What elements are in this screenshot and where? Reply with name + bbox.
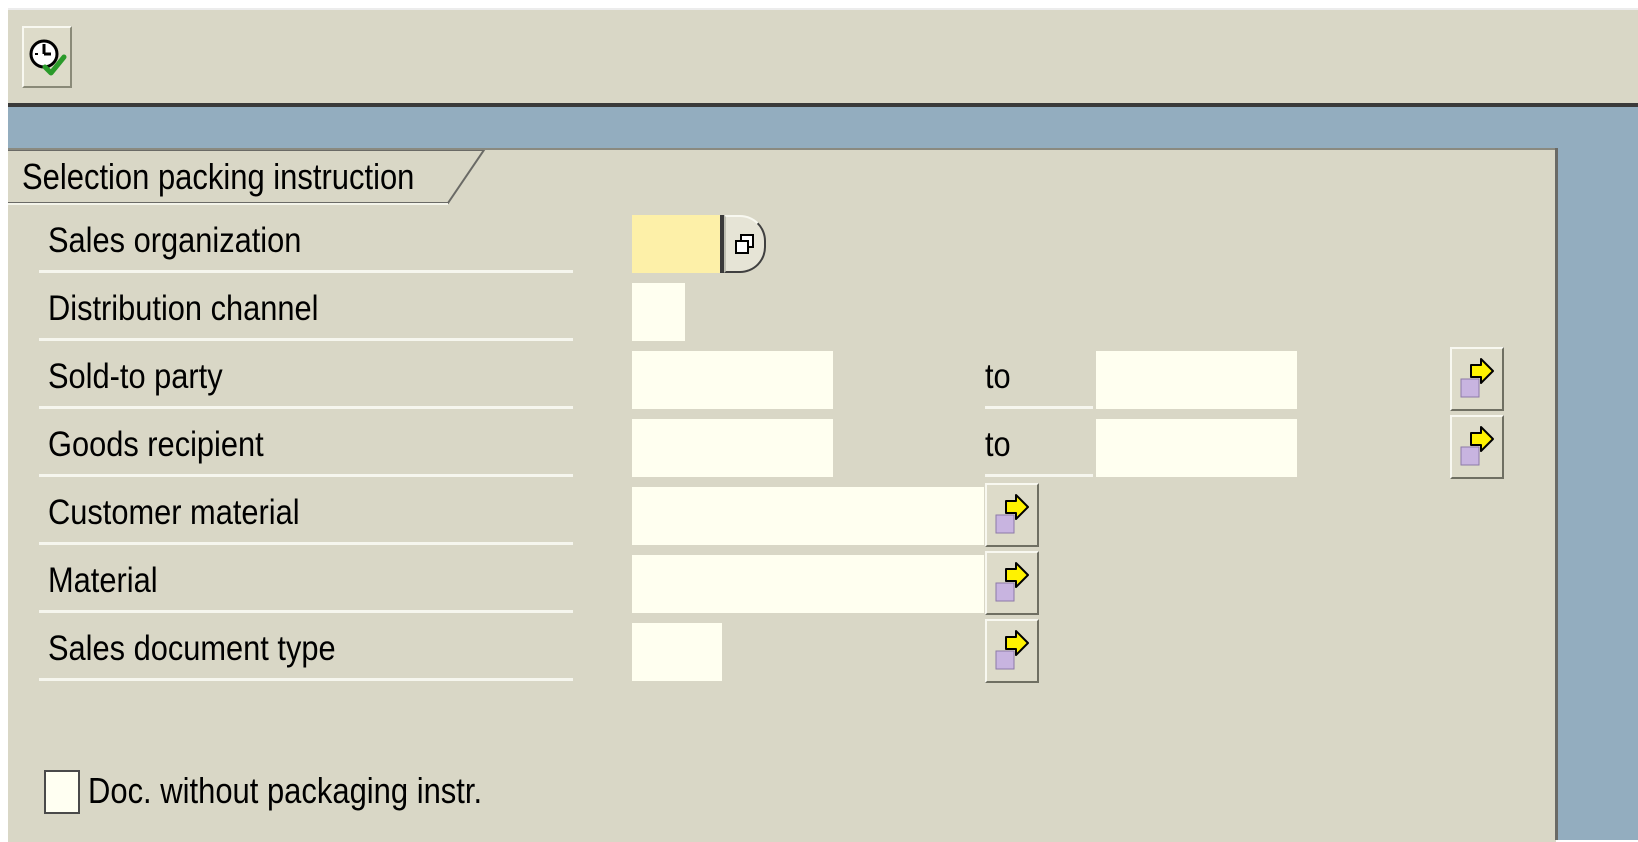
group-box-tab: Selection packing instruction (8, 150, 486, 206)
sold-to-party-label: Sold-to party (39, 349, 573, 409)
customer-material-input[interactable] (632, 487, 984, 545)
goods-recipient-from-input[interactable] (632, 419, 833, 477)
group-box-title: Selection packing instruction (22, 156, 415, 197)
goods-recipient-to-input[interactable] (1096, 419, 1297, 477)
sales-document-type-multiple-selection-button[interactable] (985, 619, 1039, 683)
customer-material-multiple-selection-button[interactable] (985, 483, 1039, 547)
panel-border (1555, 148, 1558, 840)
sold-to-party-to-input[interactable] (1096, 351, 1297, 409)
multiple-selection-arrow-icon (995, 630, 1029, 670)
multiple-selection-arrow-icon (995, 562, 1029, 602)
doc-without-packaging-label: Doc. without packaging instr. (88, 770, 483, 811)
doc-without-packaging-checkbox[interactable] (44, 770, 80, 814)
value-help-icon (735, 234, 754, 254)
application-toolbar (8, 8, 1638, 105)
multiple-selection-arrow-icon (995, 494, 1029, 534)
execute-button[interactable] (22, 26, 72, 88)
sales-document-type-input[interactable] (632, 623, 722, 681)
execute-clock-check-icon (29, 39, 67, 76)
material-input[interactable] (632, 555, 984, 613)
distribution-channel-input[interactable] (632, 283, 685, 341)
material-label: Material (39, 553, 573, 613)
sold-to-party-multiple-selection-button[interactable] (1450, 347, 1504, 411)
goods-recipient-multiple-selection-button[interactable] (1450, 415, 1504, 479)
material-multiple-selection-button[interactable] (985, 551, 1039, 615)
sales-organization-label: Sales organization (39, 213, 573, 273)
sold-to-party-from-input[interactable] (632, 351, 833, 409)
goods-recipient-label: Goods recipient (39, 417, 573, 477)
distribution-channel-label: Distribution channel (39, 281, 573, 341)
sales-organization-input[interactable] (632, 215, 720, 273)
sold-to-party-to-label: to (985, 349, 1093, 409)
goods-recipient-to-label: to (985, 417, 1093, 477)
multiple-selection-arrow-icon (1460, 358, 1494, 398)
multiple-selection-arrow-icon (1460, 426, 1494, 466)
customer-material-label: Customer material (39, 485, 573, 545)
sales-document-type-label: Sales document type (39, 621, 573, 681)
